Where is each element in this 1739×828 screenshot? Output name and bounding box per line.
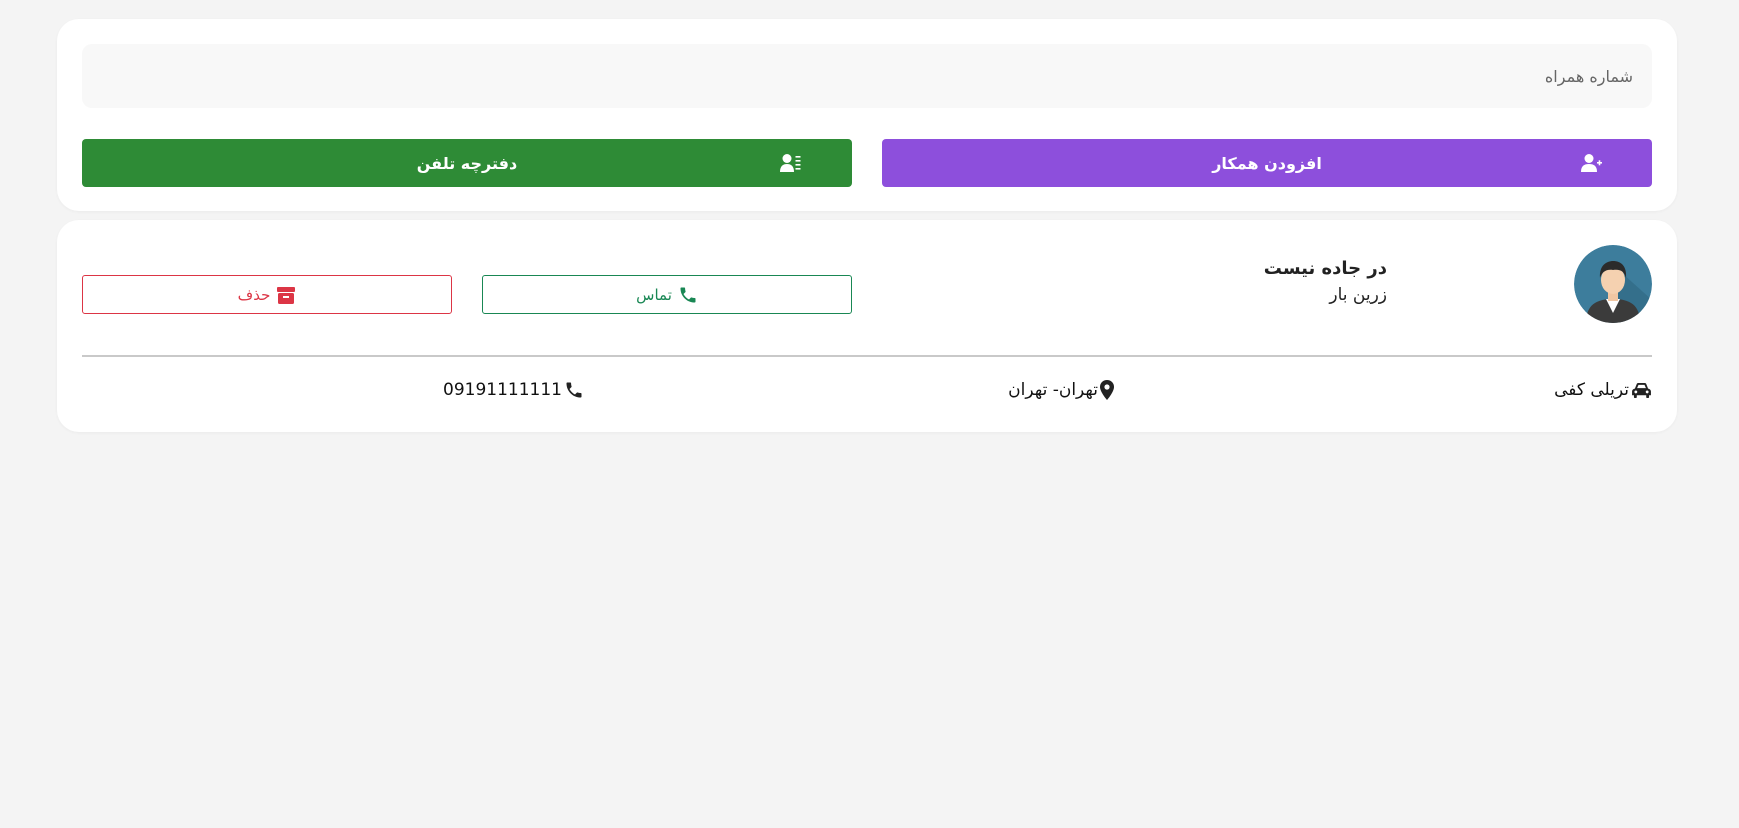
phone-number: 09191111111: [443, 380, 562, 400]
divider: [82, 355, 1652, 357]
delete-button[interactable]: حذف: [82, 275, 452, 314]
avatar: [1574, 245, 1652, 323]
road-status: در جاده نیست: [1263, 258, 1387, 279]
map-marker-icon: [1100, 380, 1114, 400]
phone-info: 09191111111: [443, 380, 584, 400]
person-avatar-icon: [1574, 245, 1652, 323]
search-card: افزودن همکار دفترچه تلفن: [57, 19, 1677, 211]
phone-icon: [680, 287, 696, 302]
delete-label: حذف: [237, 285, 271, 304]
call-label: تماس: [636, 285, 672, 304]
address-book-icon: [780, 154, 801, 172]
search-box: [82, 44, 1652, 108]
call-button[interactable]: تماس: [482, 275, 852, 314]
mobile-number-input[interactable]: [99, 65, 1635, 87]
phonebook-button[interactable]: دفترچه تلفن: [82, 139, 852, 187]
user-plus-icon: [1581, 154, 1602, 172]
archive-icon: [277, 286, 296, 304]
location-info: تهران- تهران: [1008, 380, 1114, 400]
contact-card: در جاده نیست زرین بار تماس حذف تریلی کفی: [57, 220, 1677, 432]
company-name: زرین بار: [1329, 285, 1387, 305]
contact-name-block: در جاده نیست زرین بار: [1264, 258, 1387, 305]
add-colleague-label: افزودن همکار: [1212, 153, 1322, 173]
vehicle-type: تریلی کفی: [1554, 380, 1629, 400]
vehicle-info: تریلی کفی: [1554, 380, 1652, 400]
car-icon: [1632, 382, 1651, 398]
phone-icon: [566, 382, 582, 398]
phonebook-label: دفترچه تلفن: [416, 153, 518, 173]
location-text: تهران- تهران: [1008, 380, 1098, 400]
add-colleague-button[interactable]: افزودن همکار: [882, 139, 1652, 187]
